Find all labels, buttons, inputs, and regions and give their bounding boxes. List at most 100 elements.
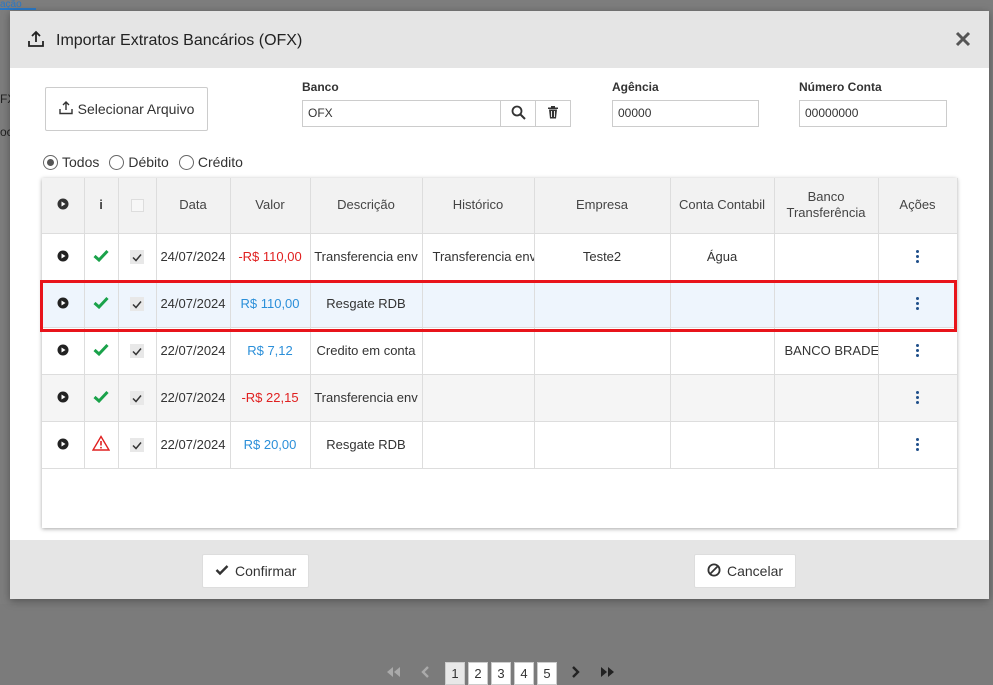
type-filter: Todos Débito Crédito	[43, 154, 243, 170]
row-checkbox[interactable]	[118, 374, 157, 422]
header-valor[interactable]: Valor	[230, 178, 311, 234]
header-banco-transferencia[interactable]: Banco Transferência	[774, 178, 879, 234]
play-circle-icon	[57, 391, 69, 406]
clear-bank-button[interactable]	[535, 100, 571, 127]
cell-conta-contabil[interactable]	[670, 280, 775, 328]
close-icon[interactable]	[951, 27, 975, 51]
cell-empresa[interactable]	[534, 421, 671, 469]
next-page-button[interactable]	[564, 661, 588, 685]
cell-data: 24/07/2024	[156, 233, 231, 281]
modal-title: Importar Extratos Bancários (OFX)	[56, 32, 303, 49]
filter-debito-radio[interactable]: Débito	[109, 154, 169, 170]
cell-descricao: Credito em conta	[310, 327, 423, 375]
prev-page-button[interactable]	[413, 661, 437, 685]
table-row[interactable]: 24/07/2024 -R$ 110,00 Transferencia env Tra…	[42, 233, 958, 281]
filter-credito-label: Crédito	[197, 154, 243, 170]
play-circle-icon	[57, 198, 69, 214]
page-5-button[interactable]: 5	[537, 661, 557, 685]
cell-empresa[interactable]: Teste2	[534, 233, 671, 281]
cell-empresa[interactable]	[534, 280, 671, 328]
table-row[interactable]: 22/07/2024 -R$ 22,15 Transferencia env	[42, 374, 958, 422]
kebab-menu-icon[interactable]	[912, 389, 923, 406]
cell-conta-contabil[interactable]: Água	[670, 233, 775, 281]
row-expand-button[interactable]	[42, 374, 85, 422]
kebab-menu-icon[interactable]	[912, 248, 923, 265]
header-select-all[interactable]	[118, 178, 157, 234]
kebab-menu-icon[interactable]	[912, 436, 923, 453]
cell-historico[interactable]: Transferencia env	[422, 233, 535, 281]
cell-banco-transferencia[interactable]	[774, 421, 879, 469]
page-2-button[interactable]: 2	[468, 661, 488, 685]
row-checkbox[interactable]	[118, 327, 157, 375]
page-4-button[interactable]: 4	[514, 661, 534, 685]
row-expand-button[interactable]	[42, 233, 85, 281]
banco-input[interactable]: OFX	[302, 100, 501, 127]
row-expand-button[interactable]	[42, 280, 85, 328]
cell-historico[interactable]	[422, 374, 535, 422]
header-empresa[interactable]: Empresa	[534, 178, 671, 234]
row-checkbox[interactable]	[118, 280, 157, 328]
header-conta-contabil[interactable]: Conta Contabil	[670, 178, 775, 234]
row-actions	[878, 233, 958, 281]
cell-banco-transferencia[interactable]	[774, 280, 879, 328]
cell-historico[interactable]	[422, 280, 535, 328]
cell-valor: R$ 7,12	[230, 327, 311, 375]
cell-data: 22/07/2024	[156, 374, 231, 422]
cell-descricao: Transferencia env	[310, 374, 423, 422]
cell-conta-contabil[interactable]	[670, 327, 775, 375]
cell-descricao: Resgate RDB	[310, 421, 423, 469]
row-checkbox[interactable]	[118, 421, 157, 469]
page-1-button[interactable]: 1	[445, 661, 465, 685]
select-file-button[interactable]: Selecionar Arquivo	[45, 87, 208, 131]
checkbox-checked-icon	[130, 250, 144, 265]
cell-banco-transferencia[interactable]	[774, 374, 879, 422]
agencia-label: Agência	[612, 80, 659, 94]
trash-icon	[547, 105, 559, 122]
table-row[interactable]: 22/07/2024 R$ 20,00 Resgate RDB	[42, 421, 958, 469]
kebab-menu-icon[interactable]	[912, 295, 923, 312]
cell-banco-transferencia[interactable]: BANCO BRADE	[774, 327, 879, 375]
cell-conta-contabil[interactable]	[670, 421, 775, 469]
radio-unselected-icon	[178, 154, 194, 170]
agencia-input[interactable]: 00000	[612, 100, 759, 127]
chevron-left-icon	[420, 665, 430, 681]
cell-historico[interactable]	[422, 327, 535, 375]
filter-credito-radio[interactable]: Crédito	[178, 154, 243, 170]
table-row[interactable]: 24/07/2024 R$ 110,00 Resgate RDB	[42, 280, 958, 328]
kebab-menu-icon[interactable]	[912, 342, 923, 359]
filter-todos-label: Todos	[62, 154, 100, 170]
cell-valor: -R$ 110,00	[230, 233, 311, 281]
numero-conta-label: Número Conta	[799, 80, 882, 94]
checkbox-checked-icon	[130, 297, 144, 312]
cell-historico[interactable]	[422, 421, 535, 469]
page-3-button[interactable]: 3	[491, 661, 511, 685]
search-bank-button[interactable]	[500, 100, 536, 127]
cell-conta-contabil[interactable]	[670, 374, 775, 422]
cancel-button[interactable]: Cancelar	[694, 554, 797, 588]
modal-header: Importar Extratos Bancários (OFX)	[10, 11, 989, 68]
header-data[interactable]: Data	[156, 178, 231, 234]
confirm-button[interactable]: Confirmar	[202, 554, 310, 588]
first-page-button[interactable]	[381, 661, 405, 685]
row-actions	[878, 280, 958, 328]
last-page-button[interactable]	[596, 661, 620, 685]
table-row[interactable]: 22/07/2024 R$ 7,12 Credito em conta BANCO B…	[42, 327, 958, 375]
row-actions	[878, 374, 958, 422]
double-chevron-left-icon	[385, 666, 401, 681]
check-icon	[215, 563, 229, 579]
header-historico[interactable]: Histórico	[422, 178, 535, 234]
row-expand-button[interactable]	[42, 421, 85, 469]
checkbox-checked-icon	[130, 391, 144, 406]
row-checkbox[interactable]	[118, 233, 157, 281]
row-expand-button[interactable]	[42, 327, 85, 375]
statements-table: i Data Valor Descrição Histórico Empresa…	[42, 178, 958, 469]
cell-empresa[interactable]	[534, 374, 671, 422]
header-expand[interactable]	[42, 178, 85, 234]
header-descricao[interactable]: Descrição	[310, 178, 423, 234]
play-circle-icon	[57, 250, 69, 265]
filter-todos-radio[interactable]: Todos	[43, 154, 99, 170]
cell-banco-transferencia[interactable]	[774, 233, 879, 281]
row-status	[84, 421, 119, 469]
cell-empresa[interactable]	[534, 327, 671, 375]
numero-conta-input[interactable]: 00000000	[799, 100, 947, 127]
